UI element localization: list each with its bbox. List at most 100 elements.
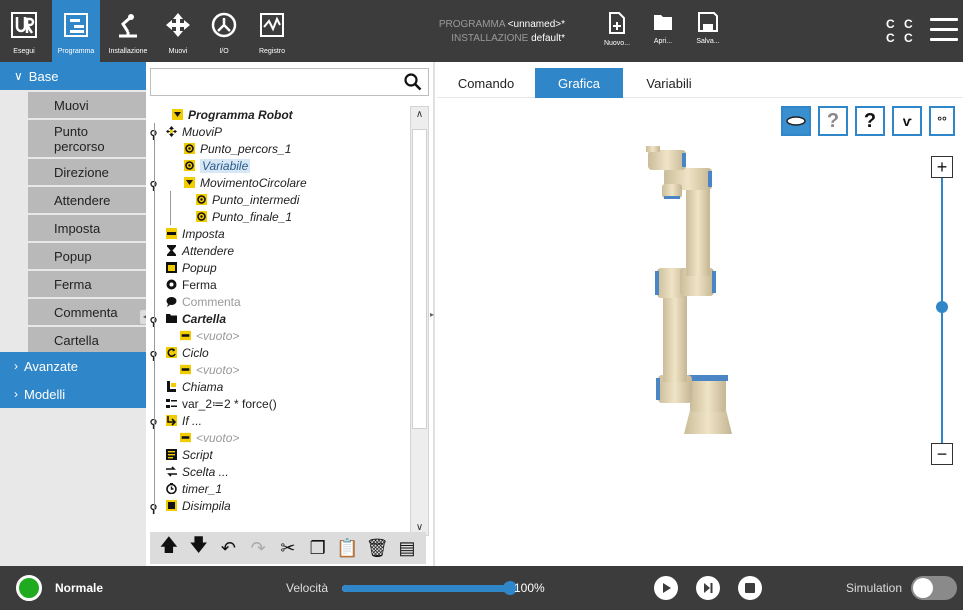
tree-node[interactable]: Imposta	[166, 225, 225, 242]
scroll-up-icon[interactable]: ∧	[411, 109, 428, 120]
palette-item-cartella[interactable]: Cartella	[28, 327, 146, 354]
tree-node[interactable]: Punto_finale_1	[196, 208, 292, 225]
palette-item-direzione[interactable]: Direzione	[28, 159, 146, 186]
save-button[interactable]: Salva...	[688, 12, 728, 45]
tree-node[interactable]: timer_1	[166, 480, 222, 497]
tree-node[interactable]: MovimentoCircolare	[184, 174, 307, 191]
waypoints-view-icon[interactable]: °°	[929, 106, 955, 136]
panel-split-handle[interactable]: ▸	[430, 310, 434, 319]
cc-line-1: C C	[886, 17, 916, 31]
tree-node[interactable]: Disimpila	[166, 497, 231, 514]
palette-item-attendere[interactable]: Attendere	[28, 187, 146, 214]
speed-slider[interactable]	[342, 581, 517, 595]
open-button[interactable]: Apri...	[643, 12, 683, 45]
palette-item-muovi[interactable]: Muovi	[28, 92, 146, 119]
new-button[interactable]: Nuovo...	[597, 12, 637, 47]
tree-node[interactable]: Punto_intermedi	[196, 191, 299, 208]
tree-scrollbar[interactable]: ∧ ∨	[410, 106, 429, 536]
tree-node[interactable]: If ...	[166, 412, 202, 429]
tab-variabili[interactable]: Variabili	[623, 68, 715, 98]
tree-node[interactable]: Ferma	[166, 276, 217, 293]
question-bold-view-icon[interactable]: ?	[855, 106, 885, 136]
tree-node[interactable]: Ciclo	[166, 344, 209, 361]
simulation-toggle[interactable]	[911, 576, 957, 600]
palette-item-commenta[interactable]: Commenta	[28, 299, 146, 326]
tab-grafica[interactable]: Grafica	[535, 68, 623, 98]
search-input[interactable]	[150, 68, 429, 96]
move-up-icon[interactable]: 🡅	[157, 535, 181, 560]
tree-node-label: Punto_finale_1	[212, 209, 293, 224]
installation-key: INSTALLAZIONE	[451, 33, 529, 44]
tree-node-label: <vuoto>	[196, 328, 240, 343]
palette-item-popup[interactable]: Popup	[28, 243, 146, 270]
tree-node[interactable]: Variabile	[184, 157, 251, 174]
switch-icon	[166, 466, 177, 477]
tree-node[interactable]: Script	[166, 446, 213, 463]
zoom-in-button[interactable]: +	[931, 156, 953, 178]
if-icon	[166, 415, 177, 426]
move-down-icon[interactable]: 🡇	[187, 535, 211, 560]
right-tabs: Comando Grafica Variabili	[437, 68, 963, 98]
copy-icon[interactable]: ❐	[306, 536, 330, 560]
stop-button[interactable]	[738, 576, 762, 600]
move-icon	[166, 126, 177, 137]
search-icon[interactable]	[404, 73, 422, 96]
palette-item-ferma[interactable]: Ferma	[28, 271, 146, 298]
palette-item-punto-percorso[interactable]: Punto percorso	[28, 120, 146, 158]
top-view-icon[interactable]	[781, 106, 811, 136]
nav-program[interactable]: Programma	[52, 0, 100, 62]
zoom-out-button[interactable]: −	[931, 443, 953, 465]
tree-node[interactable]: MuoviP	[166, 123, 222, 140]
tree-node[interactable]: Cartella	[166, 310, 226, 327]
scrollbar-thumb[interactable]	[412, 129, 427, 429]
hamburger-menu-icon[interactable]	[930, 18, 958, 42]
nav-io-label: I/O	[219, 48, 229, 55]
simulation-label: Simulation	[846, 581, 903, 595]
tree-node[interactable]: Programma Robot	[172, 106, 293, 123]
nav-log[interactable]: Registro	[250, 0, 294, 62]
palette-item-imposta[interactable]: Imposta	[28, 215, 146, 242]
redo-icon[interactable]: ↷	[246, 536, 270, 560]
zoom-slider-thumb[interactable]	[936, 301, 948, 313]
command-palette: ∨ Base Muovi Punto percorso Direzione At…	[0, 62, 146, 566]
play-button[interactable]	[654, 576, 678, 600]
tree-node[interactable]: var_2≔2 * force()	[166, 395, 277, 412]
tree-node[interactable]: Punto_percors_1	[184, 140, 291, 157]
program-tree[interactable]: Programma Robot MuoviP Punto_percors_1 Vari…	[150, 106, 414, 534]
undo-icon[interactable]: ↶	[216, 536, 240, 560]
tree-node[interactable]: Scelta ...	[166, 463, 229, 480]
tree-node[interactable]: Attendere	[166, 242, 234, 259]
popup-icon	[166, 262, 177, 273]
power-status-icon[interactable]	[16, 575, 42, 601]
question-view-icon[interactable]: ?	[818, 106, 848, 136]
tree-node[interactable]: <vuoto>	[180, 327, 239, 344]
tree-node[interactable]: Chiama	[166, 378, 223, 395]
palette-advanced-header[interactable]: › Avanzate	[0, 352, 146, 380]
nav-io[interactable]: I/O	[204, 0, 244, 62]
tree-node-label: Chiama	[182, 379, 224, 394]
nav-run[interactable]: Esegui	[4, 0, 44, 62]
paste-icon[interactable]: 📋	[335, 536, 359, 560]
path-view-icon[interactable]: ⱱ	[892, 106, 922, 136]
tree-node[interactable]: Commenta	[166, 293, 241, 310]
step-button[interactable]	[696, 576, 720, 600]
tree-node[interactable]: <vuoto>	[180, 361, 239, 378]
nav-move[interactable]: Muovi	[158, 0, 198, 62]
robot-3d-view[interactable]	[620, 140, 770, 440]
tab-comando[interactable]: Comando	[437, 68, 535, 98]
cut-icon[interactable]: ✂	[276, 536, 300, 560]
suppress-icon[interactable]: ▤	[395, 536, 419, 560]
palette-item-label: Attendere	[54, 192, 111, 208]
palette-models-header[interactable]: › Modelli	[0, 380, 146, 408]
tree-node-label: MuoviP	[182, 124, 223, 139]
tree-node-label: Script	[182, 447, 213, 462]
palette-base-label: Base	[28, 68, 59, 84]
tree-node[interactable]: <vuoto>	[180, 429, 239, 446]
nav-installation[interactable]: Installazione	[102, 0, 154, 62]
tab-label: Grafica	[558, 75, 600, 91]
palette-base-header[interactable]: ∨ Base	[0, 62, 146, 90]
tree-node[interactable]: Popup	[166, 259, 217, 276]
play-icon	[663, 583, 671, 593]
delete-icon[interactable]: 🗑	[365, 536, 389, 560]
installation-name: default*	[531, 33, 565, 44]
